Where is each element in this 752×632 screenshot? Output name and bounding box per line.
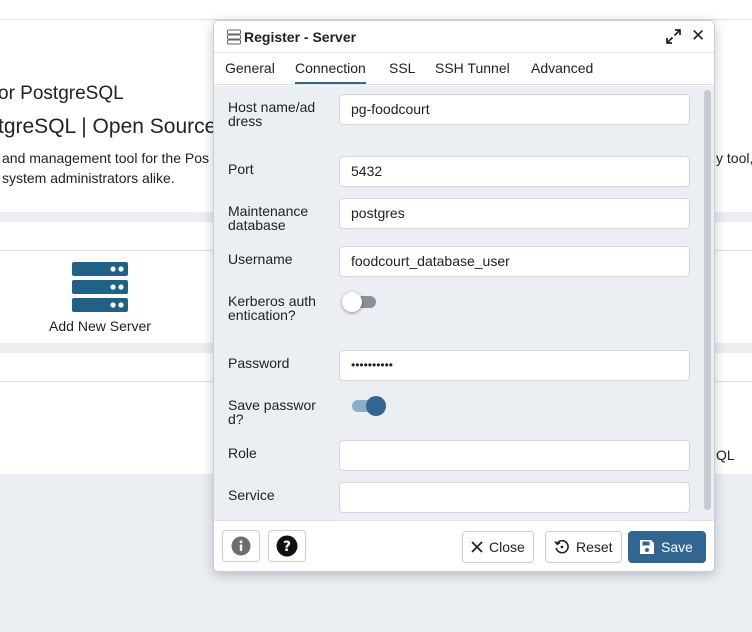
welcome-description-line2: system administrators alike. bbox=[2, 170, 175, 186]
password-input[interactable]: •••••••••• bbox=[339, 350, 690, 381]
dialog-header[interactable]: Register - Server ✕ bbox=[214, 21, 714, 53]
close-button-label: Close bbox=[489, 539, 525, 555]
dialog-tabs: General Connection SSL SSH Tunnel Advanc… bbox=[214, 54, 714, 85]
add-new-server-link[interactable]: Add New Server bbox=[40, 262, 160, 334]
port-label: Port bbox=[228, 161, 254, 177]
save-button[interactable]: Save bbox=[628, 531, 706, 563]
close-icon bbox=[471, 541, 483, 553]
form-scrollbar[interactable] bbox=[704, 90, 711, 510]
welcome-description-line1: and management tool for the Pos bbox=[2, 150, 210, 166]
reset-button-label: Reset bbox=[576, 539, 613, 555]
tab-ssl[interactable]: SSL bbox=[389, 60, 415, 82]
help-button[interactable]: ? bbox=[268, 530, 306, 562]
register-server-dialog: Register - Server ✕ General Connection S… bbox=[213, 20, 715, 572]
role-input[interactable] bbox=[339, 440, 690, 471]
save-password-toggle[interactable] bbox=[350, 394, 386, 418]
port-input[interactable]: 5432 bbox=[339, 156, 690, 187]
save-icon bbox=[640, 540, 654, 554]
svg-text:?: ? bbox=[283, 539, 291, 555]
tab-connection[interactable]: Connection bbox=[295, 60, 366, 84]
maintenance-database-label: Maintenance database bbox=[228, 203, 309, 233]
tab-ssh-tunnel[interactable]: SSH Tunnel bbox=[435, 60, 510, 82]
tab-advanced[interactable]: Advanced bbox=[531, 60, 593, 82]
expand-icon[interactable] bbox=[666, 29, 681, 44]
password-label: Password bbox=[228, 355, 290, 371]
connection-form: Host name/address pg-foodcourt Port 5432… bbox=[214, 86, 714, 520]
toggle-knob bbox=[366, 396, 386, 416]
reset-button[interactable]: Reset bbox=[545, 531, 622, 563]
host-input[interactable]: pg-foodcourt bbox=[339, 94, 690, 125]
username-input[interactable]: foodcourt_database_user bbox=[339, 246, 690, 277]
dialog-footer: ? Close Reset Save bbox=[214, 520, 714, 571]
maintenance-database-input[interactable]: postgres bbox=[339, 198, 690, 229]
info-icon bbox=[231, 536, 251, 556]
role-label: Role bbox=[228, 445, 257, 461]
toggle-knob bbox=[342, 292, 362, 312]
reset-icon bbox=[554, 539, 569, 554]
welcome-title: or PostgreSQL bbox=[0, 83, 124, 104]
help-icon: ? bbox=[276, 535, 298, 557]
welcome-description-right: y tool, bbox=[716, 150, 752, 166]
host-label: Host name/address bbox=[228, 99, 316, 129]
info-button[interactable] bbox=[222, 530, 260, 562]
kerberos-toggle[interactable] bbox=[342, 290, 378, 314]
save-button-label: Save bbox=[661, 539, 693, 555]
kerberos-label: Kerberos authentication? bbox=[228, 293, 316, 323]
close-icon[interactable]: ✕ bbox=[691, 26, 705, 46]
close-button[interactable]: Close bbox=[462, 531, 534, 563]
username-label: Username bbox=[228, 251, 293, 267]
server-icon bbox=[227, 29, 241, 45]
save-password-label: Save password? bbox=[228, 397, 316, 427]
server-icon bbox=[72, 262, 128, 312]
service-input[interactable] bbox=[339, 482, 690, 513]
dialog-title: Register - Server bbox=[244, 29, 357, 45]
dashboard-header-bar bbox=[0, 0, 752, 20]
service-label: Service bbox=[228, 487, 275, 503]
link-fragment[interactable]: QL bbox=[716, 447, 735, 463]
welcome-subtitle: tgreSQL | Open Source bbox=[0, 115, 217, 138]
add-new-server-label: Add New Server bbox=[49, 318, 151, 334]
tab-general[interactable]: General bbox=[225, 60, 275, 82]
